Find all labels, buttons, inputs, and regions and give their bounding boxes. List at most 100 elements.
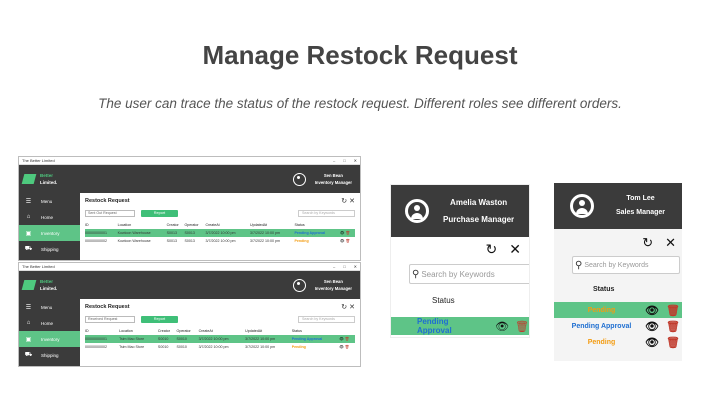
sidebar-item-shipping[interactable]: ⛟ Shipping bbox=[19, 241, 80, 257]
minimize-icon[interactable]: – bbox=[333, 158, 335, 163]
view-icon[interactable]: 👁 bbox=[340, 231, 345, 235]
window-titlebar: The Better Limited – □ ✕ bbox=[19, 263, 360, 271]
user-role: Inventory Manager bbox=[314, 180, 352, 185]
table-row[interactable]: Pending 👁 🗑 bbox=[554, 302, 682, 318]
column-header: Operator bbox=[176, 329, 191, 333]
search-input[interactable]: ⚲ Search by Keywords bbox=[572, 256, 680, 274]
status-badge: Pending Approval bbox=[417, 317, 452, 335]
maximize-icon[interactable]: □ bbox=[343, 158, 345, 163]
cell-id: 00000000002 bbox=[85, 345, 107, 349]
main-content: Restock Request ↻ ✕ Sent Out Request Rep… bbox=[80, 193, 360, 260]
table-row[interactable]: 00000000002 Tsim Mao Store S0010 S0010 3… bbox=[85, 343, 355, 351]
user-name: Tom Lee bbox=[626, 195, 655, 202]
sidebar-item-shipping[interactable]: ⛟ Shipping bbox=[19, 347, 80, 363]
cell-updated: 3/7/2022 10:00 pm bbox=[245, 335, 292, 343]
table-header: ID Location Creator Operator CreateAt Up… bbox=[85, 221, 355, 229]
user-name: Sen Bean bbox=[323, 173, 343, 178]
delete-icon[interactable]: 🗑 bbox=[515, 320, 529, 333]
request-type-select[interactable]: Received Request bbox=[85, 316, 135, 323]
cell-updated: 3/7/2022 10:00 pm bbox=[249, 239, 280, 243]
table-row[interactable]: Pending Approval 👁 🗑 bbox=[391, 317, 529, 335]
avatar-icon bbox=[292, 172, 306, 186]
close-window-icon[interactable]: ✕ bbox=[354, 158, 357, 163]
delete-icon[interactable]: 🗑 bbox=[345, 239, 350, 243]
table-row[interactable]: Pending 👁 🗑 bbox=[554, 334, 682, 350]
app-window-sent-requests: The Better Limited – □ ✕ Better Limited.… bbox=[18, 156, 361, 261]
refresh-icon[interactable]: ↻ bbox=[486, 241, 498, 258]
sales-manager-view: Tom Lee Sales Manager ↻ ✕ ⚲ Search by Ke… bbox=[554, 183, 682, 361]
view-icon[interactable]: 👁 bbox=[645, 304, 659, 317]
search-input[interactable]: Search by Keywords bbox=[298, 316, 355, 323]
home-icon: ⌂ bbox=[26, 214, 31, 220]
sidebar-item-inventory[interactable]: ▣ Inventory bbox=[19, 331, 80, 347]
app-header: Tom Lee Sales Manager bbox=[554, 183, 682, 229]
delete-icon[interactable]: 🗑 bbox=[345, 231, 350, 235]
slide-title: Manage Restock Request bbox=[202, 40, 518, 70]
table-row[interactable]: 00000000001 Kowloon Warehouse S0013 S001… bbox=[85, 229, 355, 237]
refresh-icon[interactable]: ↻ bbox=[341, 198, 347, 205]
sidebar-item-label: Home bbox=[41, 320, 54, 326]
table-header: ID Location Creator Operator CreateAt Up… bbox=[85, 327, 355, 335]
report-button[interactable]: Report bbox=[141, 210, 178, 217]
close-window-icon[interactable]: ✕ bbox=[354, 264, 357, 269]
delete-icon[interactable]: 🗑 bbox=[666, 336, 680, 349]
brand-suffix: Limited. bbox=[40, 286, 58, 291]
sidebar-item-home[interactable]: ⌂ Home bbox=[19, 315, 80, 331]
view-icon[interactable]: 👁 bbox=[339, 345, 344, 349]
column-header: CreateAt bbox=[205, 223, 220, 227]
brand-name: Better bbox=[40, 279, 54, 284]
app-header: Better Limited. Sen Bean Inventory Manag… bbox=[19, 271, 360, 299]
delete-icon[interactable]: 🗑 bbox=[345, 337, 350, 341]
table-row[interactable]: Pending Approval 👁 🗑 bbox=[554, 318, 682, 334]
table-row[interactable]: 00000000001 Tsim Mao Store S0010 S0010 3… bbox=[85, 335, 355, 343]
delete-icon[interactable]: 🗑 bbox=[345, 345, 350, 349]
user-info: Sen Bean Inventory Manager bbox=[292, 165, 360, 193]
view-icon[interactable]: 👁 bbox=[339, 337, 344, 341]
sidebar-item-menu[interactable]: ☰ Menu bbox=[19, 193, 80, 209]
column-header: ID bbox=[85, 223, 89, 227]
column-header: ID bbox=[85, 329, 89, 333]
delete-icon[interactable]: 🗑 bbox=[666, 304, 680, 317]
sidebar-item-inventory[interactable]: ▣ Inventory bbox=[19, 225, 80, 241]
sidebar-item-home[interactable]: ⌂ Home bbox=[19, 209, 80, 225]
column-header: Status bbox=[294, 223, 305, 227]
maximize-icon[interactable]: □ bbox=[343, 264, 345, 269]
menu-icon: ☰ bbox=[25, 198, 32, 205]
user-info: Sen Bean Inventory Manager bbox=[292, 271, 360, 299]
search-input[interactable]: Search by Keywords bbox=[298, 210, 355, 217]
request-type-select[interactable]: Sent Out Request bbox=[85, 210, 135, 217]
column-header: Location bbox=[119, 329, 133, 333]
column-header: Creator bbox=[157, 329, 170, 333]
report-button[interactable]: Report bbox=[141, 316, 178, 323]
close-icon[interactable]: ✕ bbox=[349, 198, 355, 205]
cell-creator: S0013 bbox=[166, 229, 185, 237]
status-badge: Pending bbox=[587, 338, 616, 346]
close-icon[interactable]: ✕ bbox=[509, 241, 521, 258]
refresh-icon[interactable]: ↻ bbox=[642, 235, 653, 251]
shipping-icon: ⛟ bbox=[24, 352, 33, 358]
column-header: Operator bbox=[184, 223, 199, 227]
inventory-icon: ▣ bbox=[25, 230, 32, 237]
close-icon[interactable]: ✕ bbox=[665, 235, 676, 251]
search-input[interactable]: ⚲ Search by Keywords bbox=[409, 264, 529, 284]
cell-operator: S0010 bbox=[176, 335, 199, 343]
view-icon[interactable]: 👁 bbox=[645, 320, 659, 333]
status-badge: Pending Approval bbox=[294, 229, 340, 237]
view-icon[interactable]: 👁 bbox=[495, 320, 509, 333]
avatar-icon bbox=[570, 194, 594, 218]
search-placeholder: Search by Keywords bbox=[421, 269, 495, 279]
view-icon[interactable]: 👁 bbox=[645, 336, 659, 349]
refresh-icon[interactable]: ↻ bbox=[341, 304, 347, 311]
delete-icon[interactable]: 🗑 bbox=[666, 320, 680, 333]
column-header: UpdatedAt bbox=[245, 329, 263, 333]
sidebar-item-menu[interactable]: ☰ Menu bbox=[19, 299, 80, 315]
page-title: Restock Request bbox=[85, 198, 130, 204]
table-row[interactable]: 00000000002 Kowloon Warehouse S0013 S001… bbox=[85, 237, 355, 245]
view-icon[interactable]: 👁 bbox=[340, 239, 345, 243]
minimize-icon[interactable]: – bbox=[333, 264, 335, 269]
cell-location: Tsim Mao Store bbox=[119, 345, 145, 349]
user-role: Sales Manager bbox=[616, 209, 666, 216]
close-icon[interactable]: ✕ bbox=[349, 304, 355, 311]
brand: Better Limited. bbox=[19, 271, 79, 299]
brand-name: Better bbox=[40, 173, 54, 178]
